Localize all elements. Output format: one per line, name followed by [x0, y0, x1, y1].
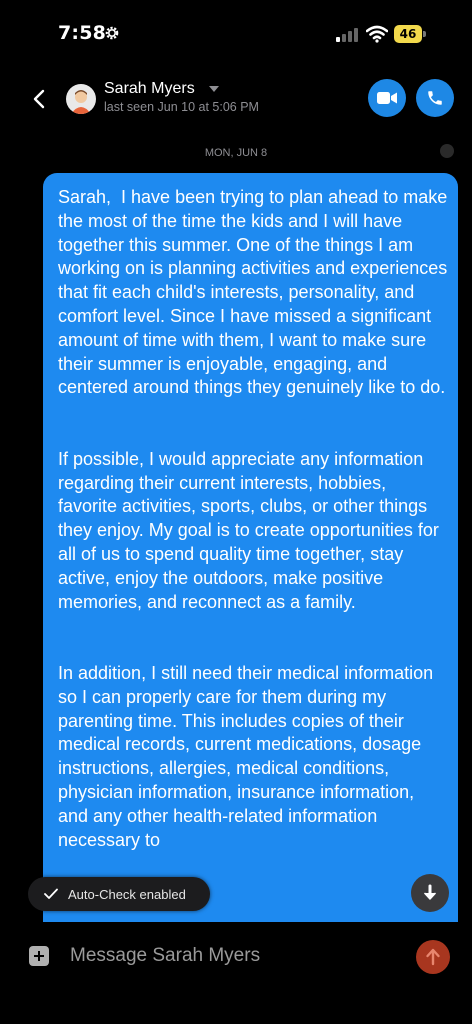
- battery-level: 46: [394, 25, 422, 43]
- video-icon: [377, 92, 397, 104]
- contact-name[interactable]: Sarah Myers: [104, 80, 195, 98]
- video-call-button[interactable]: [368, 79, 406, 117]
- voice-call-button[interactable]: [416, 79, 454, 117]
- message-bubble[interactable]: Sarah, I have been trying to plan ahead …: [43, 173, 458, 953]
- battery-icon: 46: [394, 25, 426, 43]
- auto-check-label: Auto-Check enabled: [68, 886, 186, 902]
- check-icon: [44, 888, 58, 899]
- wifi-icon: [366, 25, 388, 43]
- message-text: Sarah, I have been trying to plan ahead …: [58, 187, 448, 850]
- date-divider: MON, JUN 8: [204, 147, 268, 159]
- back-chevron-icon[interactable]: [32, 89, 46, 109]
- phone-icon: [428, 91, 442, 105]
- last-seen-status: last seen Jun 10 at 5:06 PM: [104, 100, 259, 114]
- plus-icon[interactable]: [29, 946, 49, 966]
- status-time: 7:58: [58, 22, 107, 44]
- read-receipt-icon: [440, 144, 454, 158]
- composer-bar: [0, 922, 472, 1024]
- chevron-down-icon[interactable]: [209, 86, 219, 92]
- avatar[interactable]: [66, 84, 96, 114]
- arrow-up-icon: [426, 948, 440, 966]
- scroll-down-button[interactable]: [411, 874, 449, 912]
- gear-icon: [105, 26, 119, 40]
- message-input[interactable]: [62, 940, 398, 972]
- auto-check-badge[interactable]: Auto-Check enabled: [28, 877, 210, 911]
- signal-icon: [336, 28, 358, 42]
- arrow-down-icon: [423, 884, 437, 900]
- send-button[interactable]: [416, 940, 450, 974]
